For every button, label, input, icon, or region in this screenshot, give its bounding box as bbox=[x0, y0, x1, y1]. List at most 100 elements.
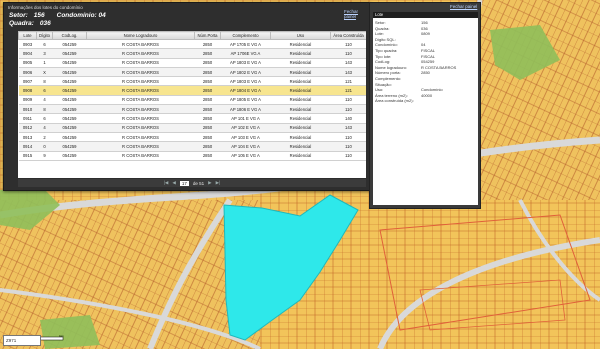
lots-table-container[interactable]: Lote Dígito CodLog. Nome Logradouro Núm.Port… bbox=[18, 31, 366, 178]
info-value: FISCAL bbox=[421, 48, 436, 53]
table-cell: 2850 bbox=[194, 132, 221, 143]
table-cell: 110 bbox=[330, 132, 366, 143]
table-cell: AP 1804 E VG A bbox=[220, 85, 271, 96]
table-cell: 110 bbox=[330, 151, 366, 161]
table-row[interactable]: 0907 8 054259 R COSTA BARROS 2850 AP 1803 E V… bbox=[18, 76, 366, 87]
table-cell: 110 bbox=[330, 95, 366, 106]
table-header-row: Lote Dígito CodLog. Nome Logradouro Núm.Port… bbox=[18, 31, 366, 40]
table-cell: 0912 bbox=[18, 123, 37, 133]
table-cell: 054259 bbox=[52, 58, 87, 68]
table-cell: AP 102 E VG A bbox=[220, 123, 271, 133]
table-cell: 054259 bbox=[52, 123, 87, 133]
column-header[interactable]: Área Construída bbox=[330, 31, 366, 40]
info-key: Condomínio: bbox=[375, 42, 398, 48]
info-key: Lote: bbox=[375, 31, 384, 37]
table-cell: 4 bbox=[36, 123, 53, 133]
table-cell: 2850 bbox=[194, 123, 221, 133]
table-row[interactable]: 0910 8 054259 R COSTA BARROS 2850 AP 1806 E V… bbox=[18, 104, 366, 115]
info-value: Condomínio bbox=[421, 87, 443, 93]
setor-label: Setor: bbox=[9, 12, 28, 19]
table-cell: 2850 bbox=[194, 151, 221, 161]
coordinate-box[interactable]: Z971 bbox=[3, 335, 41, 346]
lot-info-panel: Fechar painel Lote Setor: 156 Quadra: 036 Lo… bbox=[369, 2, 481, 209]
close-panel-link[interactable]: Fechar painel bbox=[344, 9, 370, 19]
column-header[interactable]: Complemento bbox=[220, 31, 271, 40]
table-cell: 2850 bbox=[194, 85, 221, 96]
info-key: Situação: bbox=[375, 81, 392, 87]
table-row[interactable]: 0908 6 054259 R COSTA BARROS 2850 AP 1804 E V… bbox=[18, 85, 366, 96]
table-cell: 054259 bbox=[52, 113, 87, 124]
info-key: Complemento: bbox=[375, 76, 402, 81]
table-cell: 0910 bbox=[18, 104, 37, 115]
table-row[interactable]: 0906 X 054259 R COSTA BARROS 2850 AP 1802 E V… bbox=[18, 67, 366, 78]
table-cell: 054259 bbox=[52, 67, 87, 78]
info-value: FISCAL bbox=[421, 53, 436, 59]
info-value: 156 bbox=[421, 20, 428, 25]
info-value: 0809 bbox=[421, 31, 430, 37]
info-key: Setor: bbox=[375, 20, 386, 25]
prev-page-button[interactable]: ◀ bbox=[172, 180, 175, 186]
column-header[interactable]: Lote bbox=[18, 31, 37, 40]
table-cell: Residencial bbox=[270, 151, 331, 161]
table-cell: AP 105 E VG A bbox=[220, 151, 271, 161]
info-value: 036 bbox=[421, 25, 428, 31]
table-cell: Residencial bbox=[270, 67, 331, 78]
page-number-input[interactable]: 17 bbox=[179, 180, 189, 186]
table-cell: 0904 bbox=[18, 48, 37, 59]
info-key: Uso: bbox=[375, 87, 384, 93]
table-cell: 2850 bbox=[194, 48, 221, 59]
table-cell: X bbox=[36, 67, 53, 78]
table-cell: 054259 bbox=[52, 76, 87, 87]
table-row[interactable]: 0915 9 054259 R COSTA BARROS 2850 AP 105 E VG… bbox=[18, 151, 366, 161]
table-cell: 2850 bbox=[194, 67, 221, 78]
table-cell: AP 1802 E VG A bbox=[220, 67, 271, 78]
next-page-button[interactable]: ▶ bbox=[208, 180, 211, 186]
table-body: 0903 6 054259 R COSTA BARROS 2850 AP 1705 E V… bbox=[18, 39, 366, 161]
table-cell: AP 103 E VG A bbox=[220, 132, 271, 143]
table-cell: 2850 bbox=[194, 95, 221, 106]
first-page-button[interactable]: |◀ bbox=[164, 180, 169, 186]
column-header[interactable]: Núm.Porta bbox=[194, 31, 221, 40]
table-cell: R COSTA BARROS bbox=[86, 113, 195, 124]
table-row[interactable]: 0912 4 054259 R COSTA BARROS 2850 AP 102 E VG… bbox=[18, 123, 366, 133]
table-cell: 0905 bbox=[18, 58, 37, 68]
table-cell: 8 bbox=[36, 104, 53, 115]
table-cell: 140 bbox=[330, 113, 366, 124]
column-header[interactable]: Nome Logradouro bbox=[86, 31, 195, 40]
info-close-link[interactable]: Fechar painel bbox=[450, 4, 477, 9]
table-cell: R COSTA BARROS bbox=[86, 104, 195, 115]
table-cell: 2850 bbox=[194, 141, 221, 152]
table-row[interactable]: 0913 2 054259 R COSTA BARROS 2850 AP 103 E VG… bbox=[18, 132, 366, 143]
table-cell: Residencial bbox=[270, 76, 331, 87]
table-cell: AP 101 E VG A bbox=[220, 113, 271, 124]
table-cell: AP 1803 E VG A bbox=[220, 58, 271, 68]
page-count-label: de 51 bbox=[192, 180, 205, 186]
info-value: 054259 bbox=[421, 59, 435, 65]
table-cell: AP 1705 E VG A bbox=[220, 39, 271, 50]
table-row[interactable]: 0914 0 054259 R COSTA BARROS 2850 AP 104 E VG… bbox=[18, 141, 366, 152]
table-cell: R COSTA BARROS bbox=[86, 132, 195, 143]
column-header[interactable]: Dígito bbox=[36, 31, 53, 40]
table-cell: R COSTA BARROS bbox=[86, 151, 195, 161]
pagination-bar: |◀ ◀ 17 de 51 ▶ ▶| bbox=[18, 179, 366, 187]
table-cell: Residencial bbox=[270, 132, 331, 143]
condominio-label: Condomínio: 04 bbox=[56, 12, 106, 19]
table-row[interactable]: 0904 3 054259 R COSTA BARROS 2850 AP 1706E VG… bbox=[18, 48, 366, 59]
info-key: Dígito SQL: bbox=[375, 36, 396, 42]
table-cell: 054259 bbox=[52, 48, 87, 59]
column-header[interactable]: Uso bbox=[270, 31, 331, 40]
column-header[interactable]: CodLog. bbox=[52, 31, 87, 40]
table-cell: 121 bbox=[330, 76, 366, 87]
table-cell: AP 1805 E VG A bbox=[220, 95, 271, 106]
table-cell: AP 1803 E VG A bbox=[220, 76, 271, 87]
table-cell: 110 bbox=[330, 141, 366, 152]
table-row[interactable]: 0909 4 054259 R COSTA BARROS 2850 AP 1805 E V… bbox=[18, 95, 366, 106]
last-page-button[interactable]: ▶| bbox=[216, 180, 221, 186]
table-row[interactable]: 0903 6 054259 R COSTA BARROS 2850 AP 1705 E V… bbox=[18, 39, 366, 50]
table-cell: Residencial bbox=[270, 85, 331, 96]
table-cell: R COSTA BARROS bbox=[86, 67, 195, 78]
table-row[interactable]: 0905 1 054259 R COSTA BARROS 2850 AP 1803 E V… bbox=[18, 58, 366, 68]
table-row[interactable]: 0911 6 054259 R COSTA BARROS 2850 AP 101 E VG… bbox=[18, 113, 366, 124]
table-cell: R COSTA BARROS bbox=[86, 123, 195, 133]
table-cell: 2850 bbox=[194, 39, 221, 50]
